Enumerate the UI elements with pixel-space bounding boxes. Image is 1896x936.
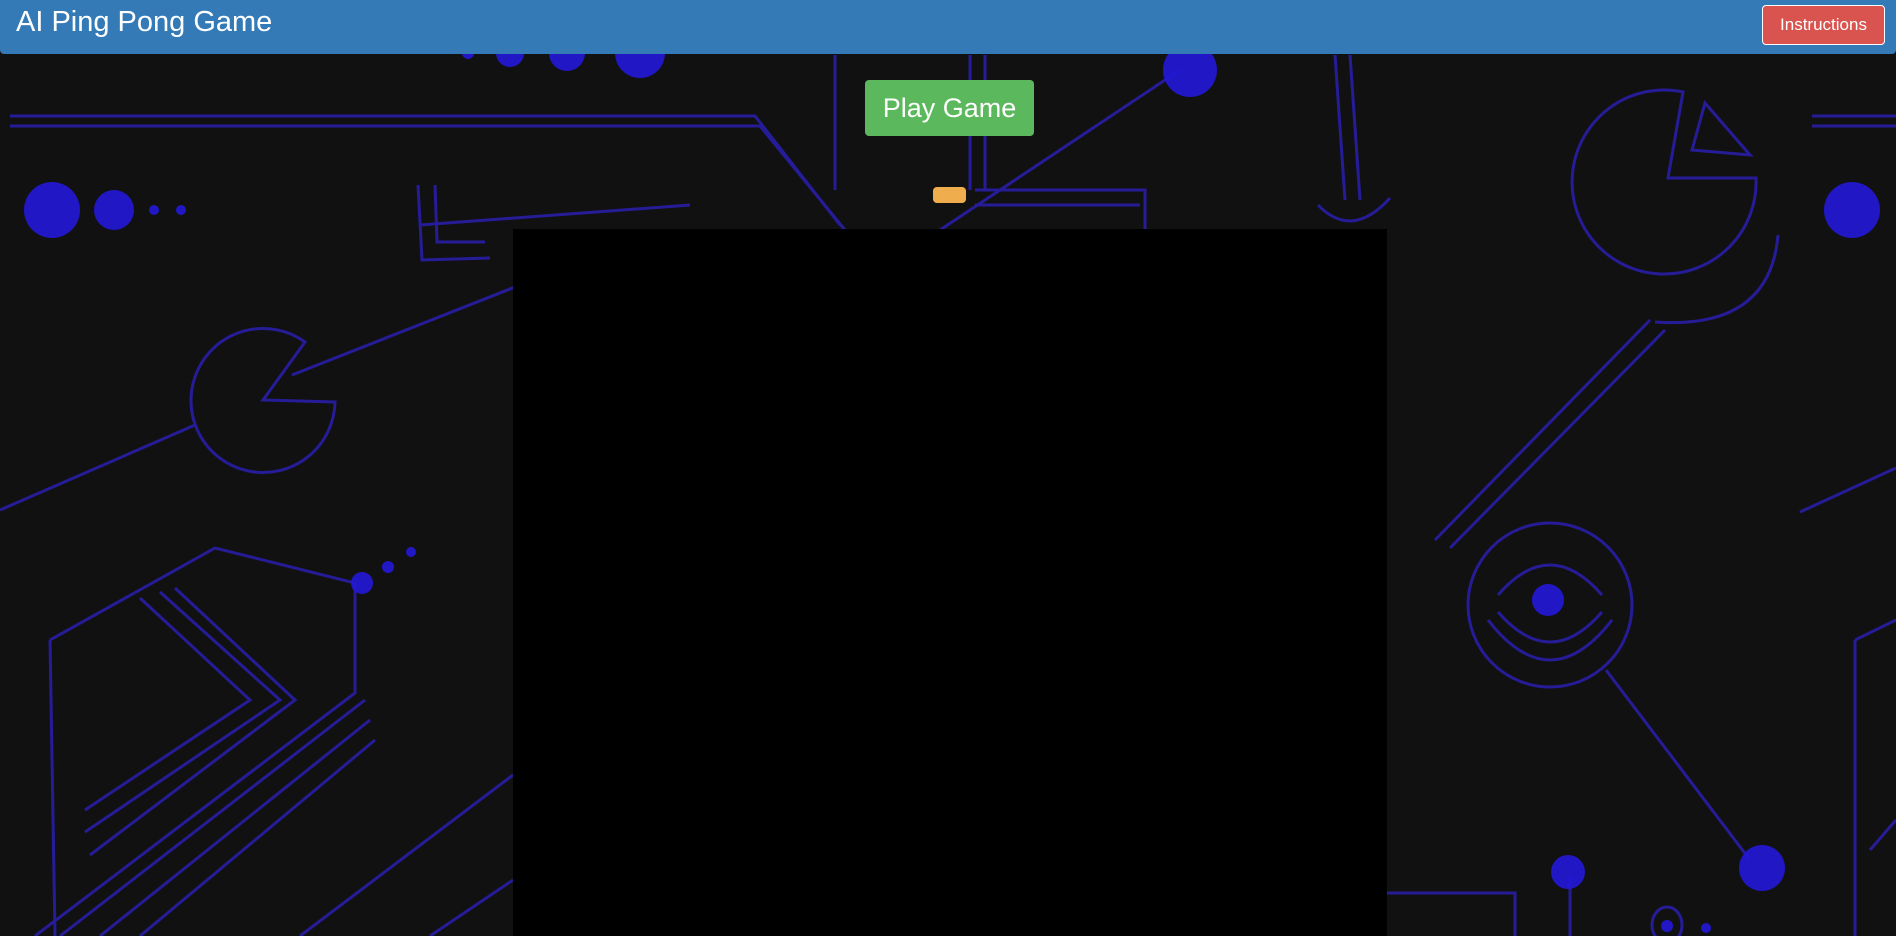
page: AI Ping Pong Game Instructions Play Game: [0, 0, 1896, 936]
play-game-button[interactable]: Play Game: [865, 80, 1034, 136]
app-title: AI Ping Pong Game: [16, 6, 273, 38]
paddle: [933, 187, 966, 203]
instructions-button[interactable]: Instructions: [1762, 5, 1885, 45]
game-canvas[interactable]: [513, 229, 1387, 936]
navbar: AI Ping Pong Game Instructions: [0, 0, 1896, 54]
